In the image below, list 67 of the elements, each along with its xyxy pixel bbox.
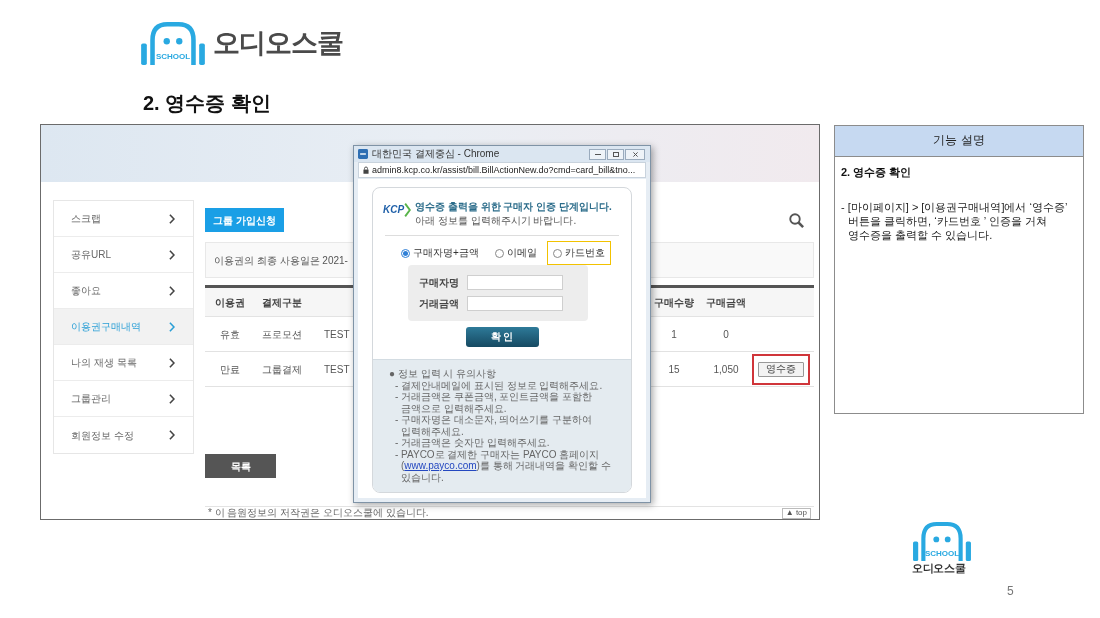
minimize-icon [594,153,601,155]
note-text: - 거래금액은 숫자만 입력해주세요. [394,437,551,449]
logo-badge-text: SCHOOL [155,53,191,61]
input-field[interactable] [467,296,563,311]
link[interactable]: www.payco.com [404,460,477,471]
maximize-button[interactable] [607,148,624,160]
auth-subheading: 아래 정보를 입력해주시기 바랍니다. [415,215,578,227]
chevron-right-icon [169,430,175,440]
minimize-button[interactable] [589,148,606,160]
column-header: 구매금액 [705,295,747,310]
search-icon[interactable] [789,212,804,228]
back-to-top-button[interactable]: ▲ top [781,507,811,519]
arrow-logo-icon [404,201,412,218]
confirm-button[interactable]: 확 인 [465,327,539,347]
chevron-right-icon [169,249,175,260]
chevron-right-icon [169,213,175,224]
brand-name: 오디오스쿨 [213,30,343,57]
note-text: - 결제안내메일에 표시된 정보로 입력해주세요. [394,379,604,391]
note-text: - 거래금액은 쿠폰금액, 포인트금액을 포함한 금액으로 입력해주세요. [394,391,594,414]
table-cell-text: 만료 [219,362,241,377]
table-cell-text: 0 [722,327,730,342]
list-button[interactable]: 목록 [205,454,276,478]
table-cell-text: 1 [670,327,678,342]
notice-text: 이용권의 최종 사용일은 2021- [214,253,348,268]
column-header: 결제구분 [260,295,303,310]
column-header: 이용권 [214,295,246,310]
note-text: - 구매자명은 대소문자, 띄어쓰기를 구분하여 입력해주세요. [394,414,594,437]
page-number: 5 [1007,584,1014,598]
logo-badge-text: SCHOOL [924,550,960,558]
receipt-button[interactable]: 영수증 [758,361,804,377]
table-cell-text: TEST [324,327,350,342]
app-icon [358,149,368,159]
note-text: - PAYCO로 결제한 구매자는 PAYCO 홈페이지(www.payco.com)를 통해 거래내역을 확인할 수 있습니다. [394,448,613,483]
field-label: 구매자명 [419,277,460,288]
panel-subtitle: 2. 영수증 확인 [841,165,912,179]
input-field[interactable] [467,275,563,290]
chevron-right-icon [169,357,175,368]
logo-text: KCP [383,204,405,215]
table-cell-text: 1,050 [712,362,740,377]
auth-heading: 영수증 출력을 위한 구매자 인증 단계입니다. [415,201,612,213]
chevron-right-icon [169,321,175,332]
panel-header: 기능 설명 [835,126,1083,157]
field-label: 거래금액 [419,298,460,309]
panel-description: - [마이페이지] > [이용권구매내역]에서 ‘영수증’ 버튼을 클릭하면, ‘카드번호 ’ 인증을 거쳐 영수증을 출력할 수 있습니다. [841,200,1069,242]
address-bar[interactable]: admin8.kcp.co.kr/assist/bill.BillActionNew.do?cmd=card_bill&tno... [358,162,646,178]
auth-option[interactable]: 카드번호 [552,247,605,259]
lock-icon [363,166,369,174]
brand-name: 오디오스쿨 [912,562,966,575]
auth-option[interactable]: 구매자명+금액 [401,247,479,259]
popup-title: 대한민국 결제중심 - Chrome [372,149,500,159]
table-cell-text: 프로모션 [260,327,303,342]
table-cell-text: 그룹결제 [260,362,303,377]
column-header: 구매수량 [653,295,695,310]
chevron-right-icon [169,393,175,404]
maximize-icon [612,151,619,157]
table-cell-text: 유효 [219,327,241,342]
table-cell-text: TEST [324,362,350,377]
headphones-logo-icon [912,522,972,561]
chevron-right-icon [169,285,175,296]
close-button[interactable] [625,148,645,160]
section-title: 2. 영수증 확인 [143,91,271,115]
notes-title: ● 정보 입력 시 유의사항 [389,368,498,380]
headphones-logo-icon [140,22,206,65]
close-icon [632,151,638,157]
auth-option[interactable]: 이메일 [494,247,537,259]
table-cell-text: 15 [667,362,681,377]
copyright-text: * 이 음원정보의 저작권은 오디오스쿨에 있습니다. [208,508,429,518]
